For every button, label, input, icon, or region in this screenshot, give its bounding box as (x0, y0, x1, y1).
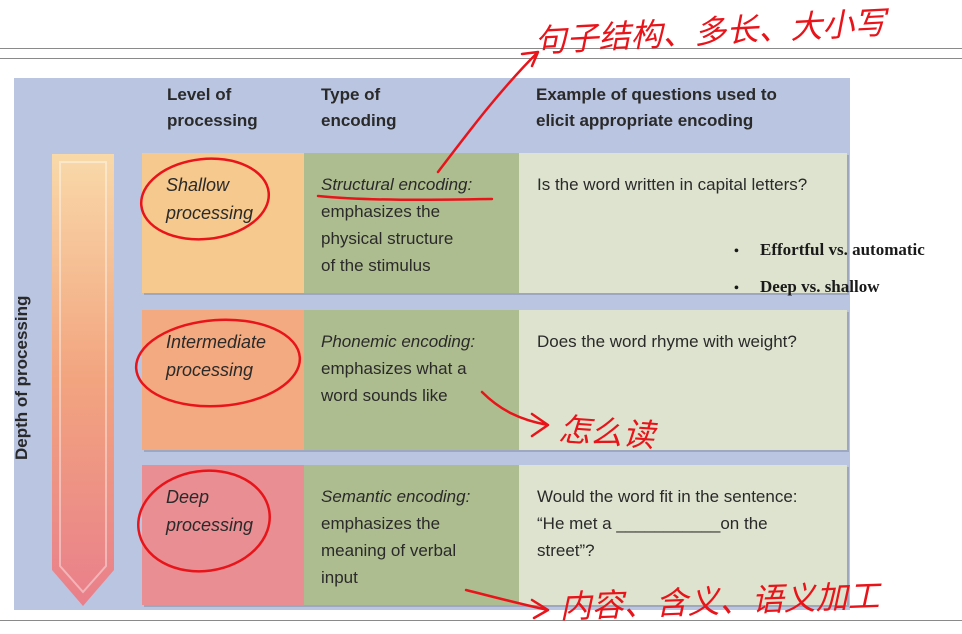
handwritten-annotations: 句子结构、多长、大小写 怎么读 内容、含义、语义加工 (134, 3, 891, 626)
note-top: 句子结构、多长、大小写 (533, 3, 891, 60)
note-bottom: 内容、含义、语义加工 (559, 577, 883, 626)
circle-deep (137, 469, 271, 573)
underline-structural (316, 194, 494, 202)
circle-intermediate (134, 318, 302, 408)
circle-shallow (139, 157, 271, 241)
arrow-middle (480, 390, 550, 438)
note-middle: 怎么读 (557, 410, 658, 455)
arrow-bottom (464, 588, 550, 620)
arrow-top (436, 50, 540, 174)
